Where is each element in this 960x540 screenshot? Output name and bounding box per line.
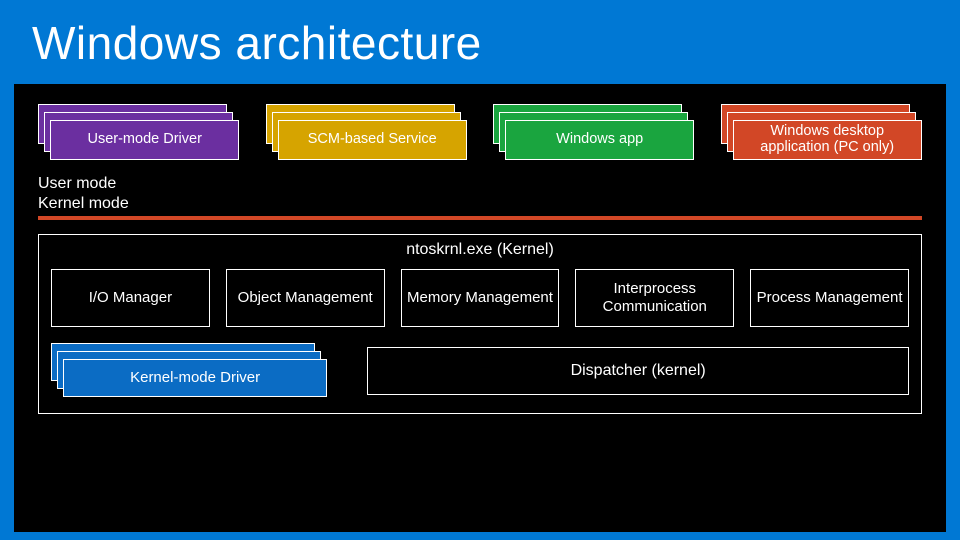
io-manager-box: I/O Manager <box>51 269 210 327</box>
process-management-box: Process Management <box>750 269 909 327</box>
desktop-app-stack: Windows desktop application (PC only) <box>721 104 923 160</box>
ntoskrnl-heading: ntoskrnl.exe (Kernel) <box>51 241 909 259</box>
desktop-app-card: Windows desktop application (PC only) <box>733 120 922 160</box>
scm-service-card: SCM-based Service <box>278 120 467 160</box>
user-mode-row: User-mode Driver SCM-based Service Windo… <box>38 104 922 160</box>
kernel-mode-driver-card: Kernel-mode Driver <box>63 359 327 397</box>
kernel-mode-driver-stack: Kernel-mode Driver <box>51 343 351 399</box>
object-management-box: Object Management <box>226 269 385 327</box>
dispatcher-box: Dispatcher (kernel) <box>367 347 909 395</box>
user-kernel-divider <box>38 216 922 220</box>
user-mode-driver-card: User-mode Driver <box>50 120 239 160</box>
scm-service-stack: SCM-based Service <box>266 104 468 160</box>
mode-labels: User mode Kernel mode <box>38 174 922 214</box>
ipc-box: Interprocess Communication <box>575 269 734 327</box>
windows-app-stack: Windows app <box>493 104 695 160</box>
kernel-subsystems-row: I/O Manager Object Management Memory Man… <box>51 269 909 327</box>
windows-app-card: Windows app <box>505 120 694 160</box>
page-title: Windows architecture <box>0 0 960 84</box>
kernel-mode-label: Kernel mode <box>38 194 922 214</box>
user-mode-driver-stack: User-mode Driver <box>38 104 240 160</box>
kernel-bottom-row: Kernel-mode Driver Dispatcher (kernel) <box>51 343 909 399</box>
ntoskrnl-box: ntoskrnl.exe (Kernel) I/O Manager Object… <box>38 234 922 414</box>
memory-management-box: Memory Management <box>401 269 560 327</box>
diagram-canvas: User-mode Driver SCM-based Service Windo… <box>14 84 946 532</box>
user-mode-label: User mode <box>38 174 922 194</box>
